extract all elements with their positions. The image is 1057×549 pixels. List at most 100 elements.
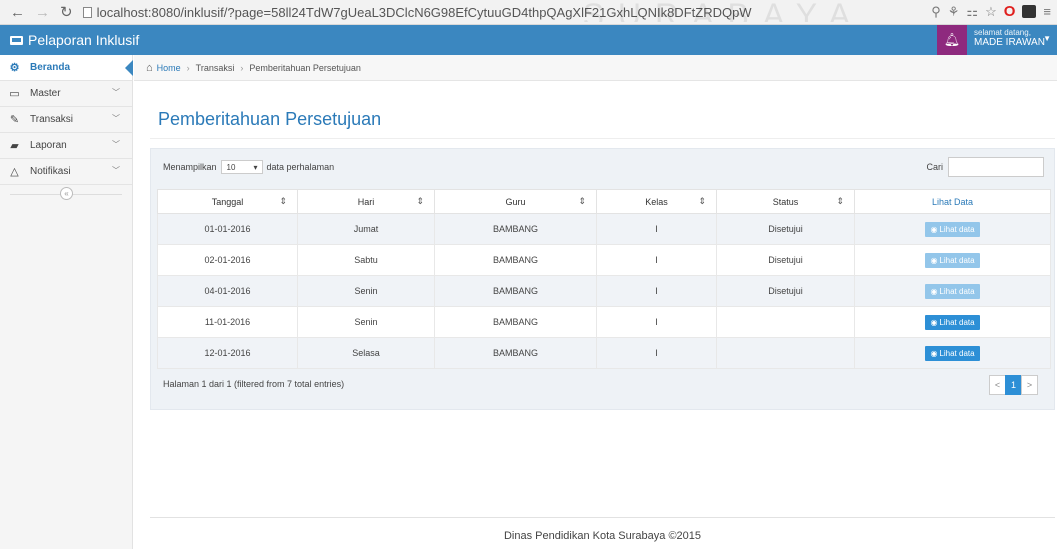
column-header-guru[interactable]: Guru ⇕	[434, 189, 597, 214]
collapse-sidebar-icon[interactable]: «	[60, 187, 73, 200]
length-prefix: Menampilkan	[163, 162, 217, 172]
extension-dark-icon[interactable]	[1022, 5, 1037, 18]
browser-toolbar: ← → ↻ localhost:8080/inklusif/?page=58ll…	[0, 0, 1057, 25]
chevron-down-icon: ﹀	[112, 114, 120, 123]
pagination-prev[interactable]: <	[989, 375, 1006, 395]
sort-icon: ⇕	[836, 196, 844, 206]
chevron-down-icon: ﹀	[112, 140, 120, 149]
button-label: Lihat data	[939, 317, 975, 327]
notification-button[interactable]: 🔔︎	[937, 25, 967, 55]
main-content: ⌂ Home › Transaksi › Pemberitahuan Perse…	[134, 55, 1057, 549]
pagination-next[interactable]: >	[1021, 375, 1038, 395]
breadcrumb: ⌂ Home › Transaksi › Pemberitahuan Perse…	[134, 55, 1057, 81]
sidebar-item-label: Master	[30, 88, 61, 99]
laptop-icon	[10, 35, 23, 45]
cell-tanggal: 11-01-2016	[157, 306, 298, 338]
column-header-status[interactable]: Status ⇕	[716, 189, 855, 214]
sidebar-item-laporan[interactable]: ▰ Laporan ﹀	[0, 133, 132, 159]
pagination-page[interactable]: 1	[1005, 375, 1022, 395]
edit-icon: ✎	[9, 114, 20, 126]
cell-tanggal: 04-01-2016	[157, 275, 298, 307]
eye-icon: ◉	[930, 348, 938, 358]
brand[interactable]: Pelaporan Inklusif	[0, 32, 139, 48]
table-row: 01-01-2016 Jumat BAMBANG I Disetujui ◉ Li…	[157, 213, 1051, 245]
view-data-button[interactable]: ◉ Lihat data	[925, 283, 980, 299]
sidebar-item-transaksi[interactable]: ✎ Transaksi ﹀	[0, 107, 132, 133]
cell-kelas: I	[596, 244, 717, 276]
sidebar-item-master[interactable]: ▭ Master ﹀	[0, 81, 132, 107]
sidebar-item-label: Transaksi	[30, 114, 73, 125]
app-header: Pelaporan Inklusif 🔔︎ selamat datang, MA…	[0, 25, 1057, 55]
search-input[interactable]	[948, 157, 1044, 177]
reload-icon[interactable]: ↻	[60, 3, 73, 21]
cell-action: ◉ Lihat data	[854, 337, 1051, 369]
view-data-button[interactable]: ◉ Lihat data	[925, 345, 980, 361]
table-row: 12-01-2016 Selasa BAMBANG I ◉ Lihat data	[157, 337, 1051, 369]
column-header-kelas[interactable]: Kelas ⇕	[596, 189, 717, 214]
browser-extensions: ⚲ ⚘ ⚏ ☆ O ≡	[931, 3, 1051, 20]
cell-tanggal: 12-01-2016	[157, 337, 298, 369]
cell-guru: BAMBANG	[434, 244, 597, 276]
eye-icon: ◉	[930, 286, 938, 296]
watermark-text: SURABAYA	[582, 2, 865, 22]
home-icon[interactable]: ⌂	[146, 62, 153, 74]
sort-icon: ⇕	[698, 196, 706, 206]
cell-kelas: I	[596, 213, 717, 245]
table-row: 02-01-2016 Sabtu BAMBANG I Disetujui ◉ Li…	[157, 244, 1051, 276]
approval-table: Tanggal ⇕ Hari ⇕ Guru ⇕ Kelas ⇕ Status ⇕ Liha…	[157, 189, 1051, 369]
column-header-lihat-data: Lihat Data	[854, 189, 1051, 214]
breadcrumb-home[interactable]: Home	[157, 63, 181, 73]
table-header-row: Tanggal ⇕ Hari ⇕ Guru ⇕ Kelas ⇕ Status ⇕ Liha…	[157, 189, 1051, 214]
sidebar-item-notifikasi[interactable]: △ Notifikasi ﹀	[0, 159, 132, 185]
eye-icon: ◉	[930, 224, 938, 234]
data-table-panel: Menampilkan 10 ▾ data perhalaman Cari Ta…	[150, 148, 1055, 410]
pagination: < 1 >	[989, 375, 1038, 395]
opera-icon[interactable]: O	[1004, 3, 1016, 20]
cell-status: Disetujui	[716, 244, 855, 276]
cell-guru: BAMBANG	[434, 306, 597, 338]
column-header-tanggal[interactable]: Tanggal ⇕	[157, 189, 298, 214]
sidebar: ⚙ Beranda ▭ Master ﹀ ✎ Transaksi ﹀ ▰ Lap…	[0, 55, 133, 549]
view-data-button[interactable]: ◉ Lihat data	[925, 314, 980, 330]
bookmark-star-icon[interactable]: ☆	[985, 4, 997, 20]
cell-action: ◉ Lihat data	[854, 244, 1051, 276]
column-header-hari[interactable]: Hari ⇕	[297, 189, 435, 214]
table-row: 11-01-2016 Senin BAMBANG I ◉ Lihat data	[157, 306, 1051, 338]
view-data-button[interactable]: ◉ Lihat data	[925, 252, 980, 268]
column-label: Tanggal	[211, 196, 244, 207]
sidebar-item-label: Notifikasi	[30, 166, 71, 177]
sort-icon: ⇕	[416, 196, 424, 206]
column-label: Hari	[357, 196, 375, 207]
page-title: Pemberitahuan Persetujuan	[158, 109, 382, 129]
cell-hari: Selasa	[297, 337, 435, 369]
cell-tanggal: 01-01-2016	[157, 213, 298, 245]
sidebar-collapse-row: «	[0, 185, 132, 203]
back-arrow-icon[interactable]: ←	[10, 4, 25, 21]
menu-icon[interactable]: ≡	[1043, 4, 1051, 19]
button-label: Lihat data	[939, 348, 975, 358]
column-label: Kelas	[645, 196, 668, 207]
search-label: Cari	[926, 162, 943, 172]
view-data-button[interactable]: ◉ Lihat data	[925, 221, 980, 237]
cell-kelas: I	[596, 337, 717, 369]
cell-status	[716, 306, 855, 338]
extension-icon[interactable]: ⚘	[948, 4, 960, 20]
button-label: Lihat data	[939, 286, 975, 296]
caret-down-icon: ▾	[253, 162, 258, 172]
translate-icon[interactable]: ⚏	[966, 4, 978, 20]
cell-tanggal: 02-01-2016	[157, 244, 298, 276]
sidebar-item-label: Laporan	[30, 140, 67, 151]
cell-status: Disetujui	[716, 275, 855, 307]
user-menu[interactable]: selamat datang, MADE IRAWAN ▼	[967, 25, 1057, 55]
forward-arrow-icon[interactable]: →	[35, 4, 50, 21]
cell-hari: Jumat	[297, 213, 435, 245]
sidebar-item-beranda[interactable]: ⚙ Beranda	[0, 55, 133, 81]
book-icon: ▰	[10, 140, 19, 152]
eye-icon: ◉	[930, 255, 938, 265]
page-length-select[interactable]: 10 ▾	[220, 160, 263, 174]
cell-action: ◉ Lihat data	[854, 275, 1051, 307]
address-bar[interactable]: localhost:8080/inklusif/?page=58ll24TdW7…	[82, 2, 963, 22]
column-label: Lihat Data	[931, 196, 974, 207]
zoom-icon[interactable]: ⚲	[931, 4, 941, 20]
brand-title: Pelaporan Inklusif	[28, 32, 140, 48]
